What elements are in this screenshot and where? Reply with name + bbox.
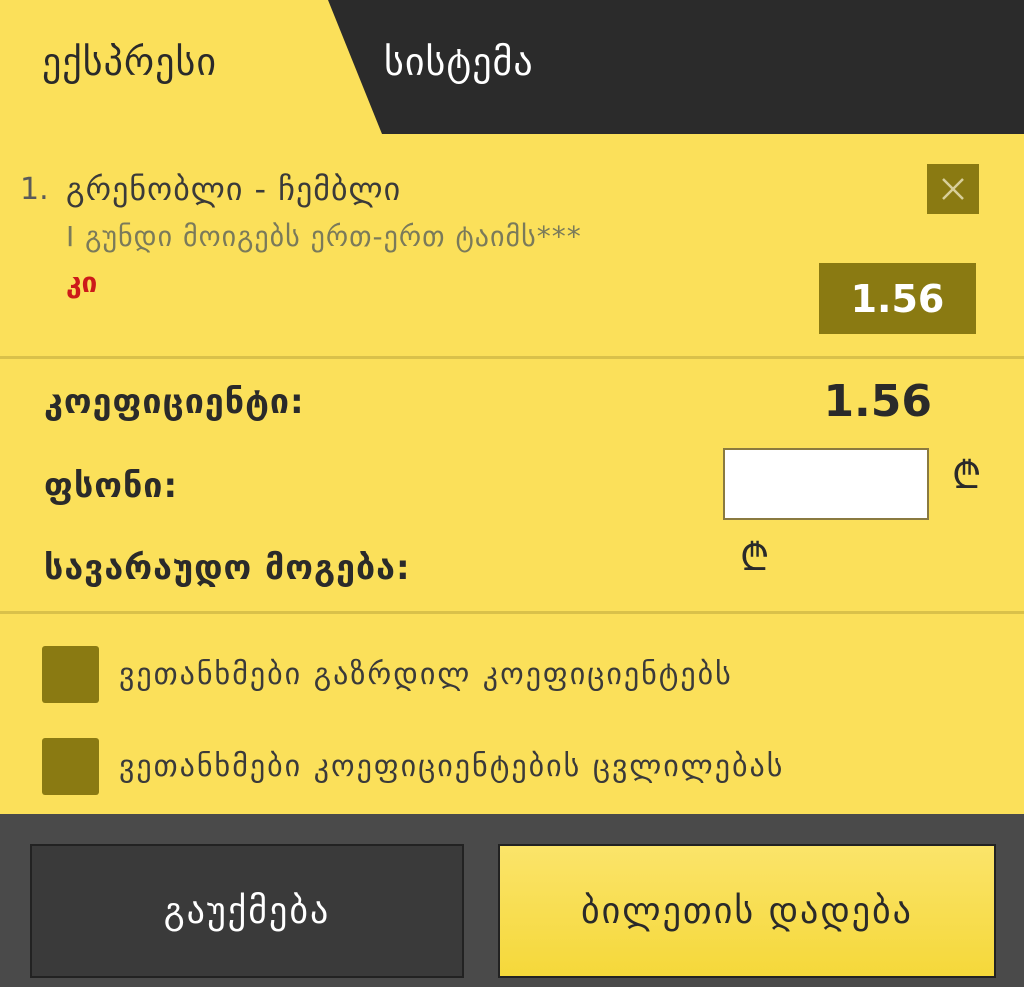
- agree-odds-change-label: ვეთანხმები კოეფიციენტების ცვლილებას: [119, 749, 785, 784]
- betslip-footer: გაუქმება ბილეთის დადება: [0, 814, 1024, 987]
- agree-odds-change-checkbox[interactable]: [42, 738, 99, 795]
- coefficient-label: კოეფიციენტი:: [44, 382, 305, 422]
- potential-win-label: სავარაუდო მოგება:: [44, 548, 411, 588]
- agree-increased-odds-checkbox[interactable]: [42, 646, 99, 703]
- bet-match-name: გრენობლი - ჩემბლი: [66, 170, 402, 208]
- place-bet-button[interactable]: ბილეთის დადება: [498, 844, 996, 978]
- bet-summary: კოეფიციენტი: 1.56 ფსონი: ₾ სავარაუდო მოგ…: [0, 358, 1024, 611]
- agree-odds-change[interactable]: ვეთანხმები კოეფიციენტების ცვლილებას: [42, 738, 784, 795]
- bet-pick: კი: [66, 266, 98, 299]
- agree-increased-odds[interactable]: ვეთანხმები გაზრდილ კოეფიციენტებს: [42, 646, 733, 703]
- lari-icon: ₾: [952, 453, 982, 497]
- coefficient-value: 1.56: [823, 376, 932, 427]
- tab-system[interactable]: სისტემა: [384, 0, 534, 124]
- tab-express[interactable]: ექსპრესი: [42, 0, 217, 124]
- agreements: ვეთანხმები გაზრდილ კოეფიციენტებს ვეთანხმ…: [0, 614, 1024, 814]
- bet-odd: 1.56: [819, 263, 976, 334]
- bet-item: 1. გრენობლი - ჩემბლი I გუნდი მოიგებს ერთ…: [0, 134, 1024, 356]
- agree-increased-odds-label: ვეთანხმები გაზრდილ კოეფიციენტებს: [119, 657, 733, 692]
- close-icon: [942, 178, 964, 200]
- betslip-tabs: ექსპრესი სისტემა: [0, 0, 1024, 134]
- stake-input[interactable]: [723, 448, 929, 520]
- bet-index: 1.: [20, 172, 49, 207]
- stake-label: ფსონი:: [44, 466, 179, 506]
- remove-bet-button[interactable]: [927, 164, 979, 214]
- cancel-button[interactable]: გაუქმება: [30, 844, 464, 978]
- lari-icon: ₾: [740, 535, 770, 579]
- bet-market: I გუნდი მოიგებს ერთ-ერთ ტაიმს***: [66, 220, 582, 253]
